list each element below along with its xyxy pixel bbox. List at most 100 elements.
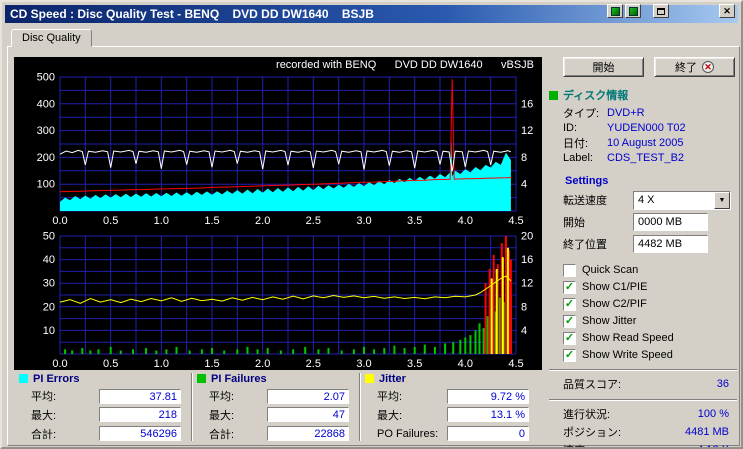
stat-title: PI Errors [33,372,80,385]
pi-errors-avg: 37.81 [99,388,181,404]
disc-id-value: YUDEN000 T02 [607,121,686,134]
checkbox-icon[interactable]: ✓ [563,348,576,362]
pi-errors-chart: 100 200 300 400 500 4 8 12 16 0.0 0.5 1.0 1.5 2.0 2.5 3… [14,71,542,227]
checkbox-show-c2-pif[interactable]: ✓ Show C2/PIF [563,296,739,312]
divider [549,399,737,401]
checkbox-quick-scan[interactable]: Quick Scan [563,262,739,278]
checkbox-show-read-speed[interactable]: ✓ Show Read Speed [563,330,739,346]
checkbox-show-write-speed[interactable]: ✓ Show Write Speed [563,347,739,363]
stat-title: PI Failures [211,372,267,385]
svg-text:0.5: 0.5 [103,215,118,227]
speed-select[interactable]: 4 X ▼ [633,190,731,210]
stats-bar: PI Errors 平均: 37.81 最大: 218 合計: 546296 PI F… [15,371,543,443]
svg-text:2.5: 2.5 [306,215,321,227]
quality-score-value: 36 [716,378,729,390]
svg-text:0.0: 0.0 [52,358,67,370]
svg-text:10: 10 [43,325,55,337]
svg-text:200: 200 [37,152,55,164]
pi-errors-legend-swatch [19,374,28,384]
tab-disc-quality[interactable]: Disc Quality [11,29,92,47]
checkbox-show-jitter[interactable]: ✓ Show Jitter [563,313,739,329]
pi-errors-max: 218 [99,407,181,423]
quality-score-row: 品質スコア: 36 [563,378,729,391]
jitter-legend-swatch [365,374,374,384]
svg-text:1.5: 1.5 [204,358,219,370]
start-button[interactable]: 開始 [563,57,644,77]
svg-text:4.0: 4.0 [458,215,473,227]
svg-text:3.5: 3.5 [407,358,422,370]
checkbox-icon[interactable]: ✓ [563,280,576,294]
svg-text:2.0: 2.0 [255,358,270,370]
close-icon: ✕ [723,5,731,16]
app-window: CD Speed : Disc Quality Test - BENQ DVD … [0,0,743,449]
checkbox-icon[interactable]: ✓ [563,314,576,328]
checkbox-show-c1-pie[interactable]: ✓ Show C1/PIE [563,279,739,295]
stat-group-jitter: Jitter 平均: 9.72 % 最大: 13.1 % PO Failures: 0 [361,371,539,443]
control-panel: 開始 終了 ✕ ディスク情報 タイプ: DVD+R ID: YUDEN000 T… [547,55,739,447]
disc-date-value: 10 August 2005 [607,136,684,149]
svg-text:400: 400 [37,98,55,110]
disc-label-value: CDS_TEST_B2 [607,151,685,164]
exit-icon: ✕ [702,61,714,73]
svg-text:16: 16 [521,98,533,110]
svg-text:2.0: 2.0 [255,215,270,227]
end-position-field[interactable]: 4482 MB [633,235,708,253]
stat-title: Jitter [379,372,406,385]
checkbox-icon[interactable]: ✓ [563,331,576,345]
titlebar-chart-icon-button[interactable] [607,4,623,18]
recorded-with-text: recorded with BENQ DVD DD DW1640 vBSJB [276,59,534,71]
svg-text:3.0: 3.0 [356,215,371,227]
disc-icon [628,6,638,16]
jitter-max: 13.1 % [447,407,529,423]
start-position-field[interactable]: 0000 MB [633,213,708,231]
disc-id-row: ID: YUDEN000 T02 [563,121,686,134]
exit-button[interactable]: 終了 ✕ [654,57,735,77]
svg-text:1.0: 1.0 [154,215,169,227]
settings-title: Settings [565,175,609,187]
svg-text:4.5: 4.5 [508,215,523,227]
svg-text:3.5: 3.5 [407,215,422,227]
jitter-avg: 9.72 % [447,388,529,404]
chart-area: recorded with BENQ DVD DD DW1640 vBSJB 1… [14,57,542,370]
chevron-down-icon[interactable]: ▼ [714,191,730,209]
svg-text:30: 30 [43,278,55,290]
pi-failures-avg: 2.07 [267,388,349,404]
svg-text:100: 100 [37,179,55,191]
svg-text:20: 20 [43,301,55,313]
po-failures-value: 0 [447,426,529,442]
titlebar-disc-icon-button[interactable] [625,4,641,18]
svg-text:4.5: 4.5 [508,358,523,370]
svg-text:1.0: 1.0 [154,358,169,370]
svg-text:4: 4 [521,325,527,337]
disc-info-title: ディスク情報 [563,90,629,102]
svg-text:50: 50 [43,231,55,243]
chart-icon [610,6,620,16]
svg-text:20: 20 [521,231,533,243]
checkbox-icon[interactable] [563,263,576,277]
speed-value: 4.18 X [697,444,729,447]
svg-text:500: 500 [37,72,55,84]
svg-text:12: 12 [521,125,533,137]
svg-text:2.5: 2.5 [306,358,321,370]
minimize-button[interactable] [653,4,669,18]
window-icon [657,7,665,15]
svg-text:40: 40 [43,254,55,266]
speed-row: 速度: 4.18 X [547,441,739,447]
checkbox-icon[interactable]: ✓ [563,297,576,311]
disc-info-icon [549,90,558,100]
close-button[interactable]: ✕ [719,4,735,18]
svg-text:12: 12 [521,278,533,290]
svg-text:0.0: 0.0 [52,215,67,227]
svg-text:1.5: 1.5 [204,215,219,227]
disc-label-row: Label: CDS_TEST_B2 [563,151,685,164]
svg-text:300: 300 [37,125,55,137]
main-panel: recorded with BENQ DVD DD DW1640 vBSJB 1… [7,46,740,447]
svg-text:4.0: 4.0 [458,358,473,370]
pi-failures-jitter-chart: 10 20 30 40 50 4 8 12 16 20 0.0 0.5 1.0 1.5 2.0 2.5 3.0 3… [14,230,542,370]
progress-value: 100 % [697,408,729,420]
transfer-speed-row: 転送速度 4 X ▼ [547,189,739,211]
svg-text:0.5: 0.5 [103,358,118,370]
position-row: ポジション: 4481 MB [563,426,729,439]
stat-group-pi-errors: PI Errors 平均: 37.81 最大: 218 合計: 546296 [15,371,191,443]
tab-label: Disc Quality [22,32,81,44]
